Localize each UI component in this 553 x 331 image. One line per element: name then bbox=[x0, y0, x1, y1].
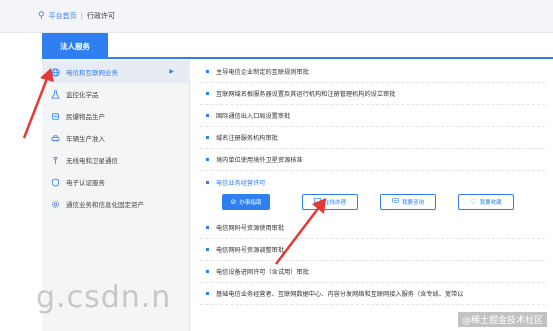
sidebar-item-telecom[interactable]: 电信和互联网业务 ▶ bbox=[42, 61, 190, 83]
consult-button-label: 我要咨询 bbox=[401, 200, 424, 206]
list-item-link[interactable]: 境内单位使用境外卫星资源核准 bbox=[216, 155, 303, 164]
sidebar-item-radio[interactable]: 无线电和卫星通信 bbox=[42, 149, 190, 171]
explosive-icon bbox=[50, 111, 61, 122]
sidebar-item-label: 监控化学品 bbox=[66, 91, 99, 99]
certificate-icon bbox=[50, 177, 61, 188]
bullet-icon bbox=[206, 292, 209, 295]
breadcrumb: ⚲ 平台首页 | 行政许可 bbox=[38, 11, 115, 21]
heart-icon: ♡ bbox=[470, 197, 477, 206]
bullet-icon bbox=[206, 114, 209, 117]
bullet-icon bbox=[206, 270, 209, 273]
gear-icon bbox=[50, 199, 61, 210]
tab-legal-services[interactable]: 法人服务 bbox=[42, 33, 108, 59]
online-apply-button-label: 在线办理 bbox=[323, 200, 346, 206]
sidebar-item-vehicles[interactable]: 车辆生产准入 bbox=[42, 127, 190, 149]
list-item: 主导电信企业制定的互联规则审批 bbox=[200, 61, 545, 83]
list-item: 国际通信出入口局设置审批 bbox=[200, 105, 545, 127]
sidebar-item-e-cert[interactable]: 电子认证服务 bbox=[42, 171, 190, 193]
sidebar-item-label: 电信和互联网业务 bbox=[66, 69, 118, 77]
sidebar-item-fixed-assets[interactable]: 通信业务和信息化固定资产 bbox=[42, 193, 190, 215]
breadcrumb-home-link[interactable]: 平台首页 bbox=[49, 11, 77, 21]
bullet-icon bbox=[206, 158, 209, 161]
guide-button[interactable]: ⊘ 办事指南 bbox=[222, 194, 270, 210]
list-item: 电信网码号资源使用审批 bbox=[200, 217, 545, 239]
bullet-icon bbox=[206, 226, 209, 229]
list-item-link[interactable]: 电信网码号资源使用审批 bbox=[216, 223, 284, 232]
guide-button-label: 办事指南 bbox=[239, 200, 262, 206]
active-marker-icon: ▶ bbox=[169, 68, 174, 75]
bullet-icon bbox=[206, 92, 209, 95]
list-item: 电信网码号资源调整审批 bbox=[200, 239, 545, 261]
sidebar-item-label: 车辆生产准入 bbox=[66, 135, 105, 143]
monitor-icon bbox=[314, 198, 321, 206]
list-item-link[interactable]: 电信网码号资源调整审批 bbox=[216, 245, 284, 254]
flask-icon bbox=[50, 89, 61, 100]
sidebar-item-chemicals[interactable]: 监控化学品 bbox=[42, 83, 190, 105]
car-icon bbox=[50, 133, 61, 144]
bullet-icon bbox=[206, 180, 209, 184]
list-item-link[interactable]: 互联网域名根服务器设置及其运行机构和注册管理机构的设立审批 bbox=[216, 89, 395, 98]
list-item-link[interactable]: 电信业务经营许可 bbox=[216, 178, 266, 187]
watermark-left: g.csdn.n bbox=[36, 280, 172, 315]
breadcrumb-current: 行政许可 bbox=[86, 12, 115, 20]
globe-icon bbox=[50, 67, 61, 78]
list-item-highlighted: 电信业务经营许可 bbox=[200, 171, 545, 193]
bullet-icon bbox=[206, 136, 209, 139]
sidebar-item-label: 无线电和卫星通信 bbox=[66, 157, 118, 165]
bullet-icon bbox=[206, 70, 209, 73]
compass-icon: ⊘ bbox=[230, 197, 237, 206]
list-item-link[interactable]: 主导电信企业制定的互联规则审批 bbox=[216, 67, 309, 76]
sidebar-item-explosives[interactable]: 民爆物品生产 bbox=[42, 105, 190, 127]
sidebar-item-label: 民爆物品生产 bbox=[66, 113, 105, 121]
consult-button[interactable]: 我要咨询 bbox=[380, 194, 436, 210]
watermark-right: @稀土掘金技术社区 bbox=[457, 312, 547, 327]
list-item: 域名注册服务机构审批 bbox=[200, 127, 545, 149]
breadcrumb-separator: | bbox=[80, 12, 83, 20]
top-bar: ⚲ 平台首页 | 行政许可 bbox=[0, 0, 553, 33]
favorite-button[interactable]: ♡ 我要收藏 bbox=[458, 194, 514, 210]
list-item-link[interactable]: 域名注册服务机构审批 bbox=[216, 133, 278, 142]
service-list: 主导电信企业制定的互联规则审批 互联网域名根服务器设置及其运行机构和注册管理机构… bbox=[200, 59, 553, 331]
list-item-link[interactable]: 基础电信业务经营者、互联网数据中心、内容分发网络和互联网接入服务（含专线、宽带以 bbox=[216, 289, 464, 298]
bullet-icon bbox=[206, 248, 209, 251]
sidebar-item-label: 电子认证服务 bbox=[66, 179, 105, 187]
list-item-link[interactable]: 国际通信出入口局设置审批 bbox=[216, 111, 290, 120]
chat-icon bbox=[392, 198, 399, 206]
location-pin-icon: ⚲ bbox=[38, 10, 45, 21]
list-item: 互联网域名根服务器设置及其运行机构和注册管理机构的设立审批 bbox=[200, 83, 545, 105]
list-item: 基础电信业务经营者、互联网数据中心、内容分发网络和互联网接入服务（含专线、宽带以 bbox=[200, 283, 545, 305]
list-item: 电信设备进网许可（含试用）审批 bbox=[200, 261, 545, 283]
online-apply-button[interactable]: 在线办理 bbox=[302, 194, 358, 210]
section-header: 法人服务 bbox=[42, 33, 553, 59]
sidebar-item-label: 通信业务和信息化固定资产 bbox=[66, 201, 144, 209]
antenna-icon bbox=[50, 155, 61, 166]
list-item: 境内单位使用境外卫星资源核准 bbox=[200, 149, 545, 171]
favorite-button-label: 我要收藏 bbox=[479, 200, 502, 206]
list-item-link[interactable]: 电信设备进网许可（含试用）审批 bbox=[216, 267, 309, 276]
